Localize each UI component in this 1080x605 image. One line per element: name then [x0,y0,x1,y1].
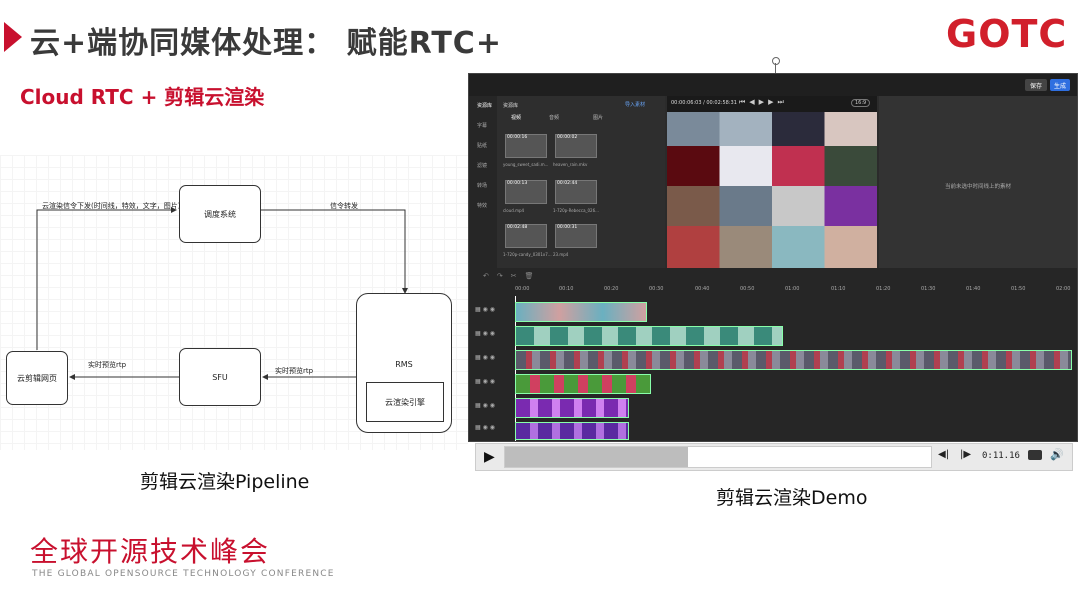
timeline-clip[interactable] [515,422,629,440]
skip-back-icon[interactable]: ◀| [938,449,949,460]
thumb-duration: 00:00:02 [557,135,578,140]
track-controls[interactable]: ▦ ◉ ◉ [475,330,495,337]
track-controls[interactable]: ▦ ◉ ◉ [475,424,495,431]
library-nav: 资源库 字幕 贴纸 滤镜 转场 特效 [469,96,497,268]
thumb-duration: 00:00:16 [507,135,528,140]
nav-item[interactable]: 滤镜 [477,162,487,169]
playback-controls[interactable]: ⏮◀▶▶⏭ [739,98,788,107]
seek-progress [505,447,689,467]
preview-video-mid [667,146,877,186]
sfu-node: SFU [179,348,261,406]
title-marker [4,22,22,52]
properties-pane: 当前未选中时间线上的素材 [879,96,1077,268]
ruler-tick: 00:40 [695,286,710,292]
edge-label-preview-rtp: 实时预览rtp [275,367,314,375]
thumb-name: 1-720p-candy_0301x7... [503,252,552,257]
thumb-duration: 00:02:44 [557,181,578,186]
thumb-duration: 00:00:31 [557,225,578,230]
timeline-clip[interactable] [515,374,651,394]
timeline-clip[interactable] [515,326,783,346]
preview-video-bottom [667,226,877,268]
edge-label-signal-down: 云渲染信令下发(时间线，特效，文字，图片) [42,202,181,210]
library-title: 资源库 [503,103,519,109]
preview-pane: 00:00:06:03 / 00:02:58:31 ⏮◀▶▶⏭ 16:9 [667,96,877,268]
player-time: 0:11.16 [982,451,1020,461]
empty-selection-text: 当前未选中时间线上的素材 [944,184,1011,190]
nav-item[interactable]: 资源库 [477,102,492,109]
video-player-bar: ▶ ◀| |▶ 0:11.16 🔊 [475,443,1073,471]
media-library: 资源库 导入素材 视频 音频 图片 00:00:16 young_sweet_s… [497,96,665,268]
thumb-name: 1-720p-Rebecca_026... [553,208,599,213]
timeline-clip[interactable] [515,350,1072,370]
generate-button[interactable]: 生成 [1050,79,1070,91]
ruler-tick: 00:10 [559,286,574,292]
timeline-toolbar[interactable]: ↶↷✂🗑 [483,272,541,280]
web-editor-node: 云剪辑网页 [6,351,68,405]
editor-topbar: 保存 生成 [469,74,1077,96]
rotate-handle-line [775,63,776,73]
conference-name-en: THE GLOBAL OPENSOURCE TECHNOLOGY CONFERE… [32,569,335,579]
nav-item[interactable]: 特效 [477,202,487,209]
tab-video[interactable]: 视频 [511,114,521,121]
track-controls[interactable]: ▦ ◉ ◉ [475,402,495,409]
volume-icon[interactable]: 🔊 [1050,448,1064,461]
tab-audio[interactable]: 音频 [549,114,559,121]
save-button[interactable]: 保存 [1025,79,1047,91]
rotate-handle[interactable] [772,57,780,65]
thumb-name: heaven_rain.mkv [553,162,588,167]
render-engine-node: 云渲染引擎 [366,382,444,422]
nav-item[interactable]: 转场 [477,182,487,189]
aspect-ratio[interactable]: 16:9 [851,99,871,107]
track-controls[interactable]: ▦ ◉ ◉ [475,354,495,361]
nav-item[interactable]: 字幕 [477,122,487,129]
editor-demo: 保存 生成 资源库 字幕 贴纸 滤镜 转场 特效 资源库 导入素材 视频 音频 … [468,73,1078,442]
tab-image[interactable]: 图片 [593,114,603,121]
ruler-tick: 00:50 [740,286,755,292]
scheduler-node: 调度系统 [179,185,261,243]
slide-title: 云+端协同媒体处理： 赋能RTC+ [30,26,502,61]
ruler-tick: 01:30 [921,286,936,292]
skip-forward-icon[interactable]: |▶ [960,449,971,460]
conference-name-cn: 全球开源技术峰会 [30,535,271,568]
track-controls[interactable]: ▦ ◉ ◉ [475,378,495,385]
ruler-tick: 01:40 [966,286,981,292]
thumb-name: 23.mp4 [553,252,569,257]
ruler-tick: 00:00 [515,286,530,292]
thumb-duration: 00:00:13 [507,181,528,186]
timeline-ruler: 00:00 00:10 00:20 00:30 00:40 00:50 01:0… [513,286,1077,296]
edge-label-preview-rtp: 实时预览rtp [88,361,127,369]
ruler-tick: 01:20 [876,286,891,292]
captions-icon[interactable] [1028,450,1042,460]
ruler-tick: 01:10 [831,286,846,292]
track-controls[interactable]: ▦ ◉ ◉ [475,306,495,313]
seek-bar[interactable] [504,446,932,468]
thumb-duration: 00:02:48 [507,225,528,230]
preview-video-low [667,186,877,226]
ruler-tick: 00:20 [604,286,619,292]
ruler-tick: 02:00 [1056,286,1071,292]
pipeline-caption: 剪辑云渲染Pipeline [140,471,310,493]
play-icon[interactable]: ▶ [484,449,495,465]
ruler-tick: 01:00 [785,286,800,292]
edge-label-signal-forward: 信令转发 [330,202,358,210]
gotc-logo: GOTC [946,12,1068,56]
timecode: 00:00:06:03 / 00:02:58:31 [671,100,737,106]
ruler-tick: 00:30 [649,286,664,292]
demo-caption: 剪辑云渲染Demo [716,487,868,509]
timeline-clip[interactable] [515,398,629,418]
nav-item[interactable]: 贴纸 [477,142,487,149]
import-button[interactable]: 导入素材 [625,101,645,108]
timeline-clip[interactable] [515,302,647,322]
slide-subtitle: Cloud RTC + 剪辑云渲染 [20,85,265,109]
thumb-name: cloud.mp4 [503,208,525,213]
timeline: ↶↷✂🗑 00:00 00:10 00:20 00:30 00:40 00:50… [469,268,1077,441]
ruler-tick: 01:50 [1011,286,1026,292]
thumb-name: young_sweet_sadi.m... [503,162,549,167]
rms-label: RMS [395,360,413,369]
